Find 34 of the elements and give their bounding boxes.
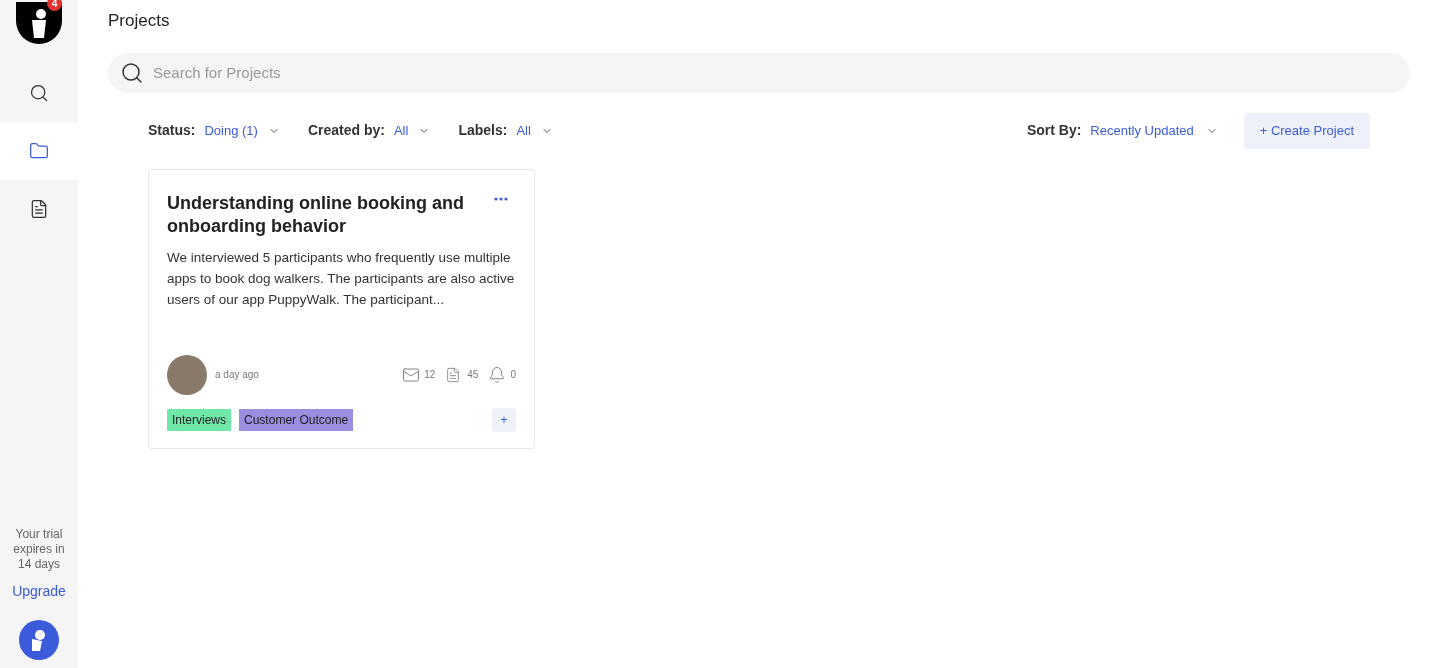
add-tag-button[interactable]: + <box>492 407 516 432</box>
filter-label: Labels: <box>458 121 508 140</box>
avatar <box>167 354 207 395</box>
sort-label: Sort By: <box>1026 121 1082 140</box>
upgrade-link[interactable]: Upgrade <box>12 581 66 602</box>
folder-icon <box>29 141 49 161</box>
page-title: Projects <box>108 10 170 32</box>
updated-time: a day ago <box>215 368 259 382</box>
bell-icon <box>488 365 507 384</box>
filter-dropdown[interactable]: All <box>393 120 431 141</box>
note-count: 45 <box>467 368 479 382</box>
tag[interactable]: Interviews <box>167 408 232 431</box>
filter-dropdown[interactable]: All <box>516 120 553 141</box>
document-icon <box>445 365 462 384</box>
tag[interactable]: Customer Outcome <box>239 408 354 431</box>
project-description: We interviewed 5 participants who frequently use multiple apps to book dog walkers. The participants are also active users of our app PuppyWalk. The participant... <box>167 248 516 309</box>
sort-dropdown[interactable]: Recently Updated <box>1090 120 1218 141</box>
notification-badge: 4 <box>47 0 62 11</box>
alert-count: 0 <box>510 368 516 382</box>
project-card[interactable] <box>148 168 535 449</box>
filter-dropdown[interactable]: Doing (1) <box>204 120 280 141</box>
filter-label: Created by: <box>307 121 385 140</box>
document-icon <box>29 199 49 219</box>
trial-text: Your trial expires in 14 days <box>12 527 66 572</box>
mail-icon <box>402 365 421 384</box>
message-count: 12 <box>424 368 436 382</box>
more-icon[interactable] <box>494 196 508 201</box>
filter-label: Status: <box>148 121 196 140</box>
create-project-button[interactable]: + Create Project <box>1243 112 1370 149</box>
search-field[interactable]: Search for Projects <box>108 52 1410 93</box>
project-title: Understanding online booking and onboarding behavior <box>167 191 465 238</box>
search-icon <box>120 60 144 85</box>
help-avatar[interactable] <box>19 620 59 660</box>
search-icon <box>29 83 49 103</box>
